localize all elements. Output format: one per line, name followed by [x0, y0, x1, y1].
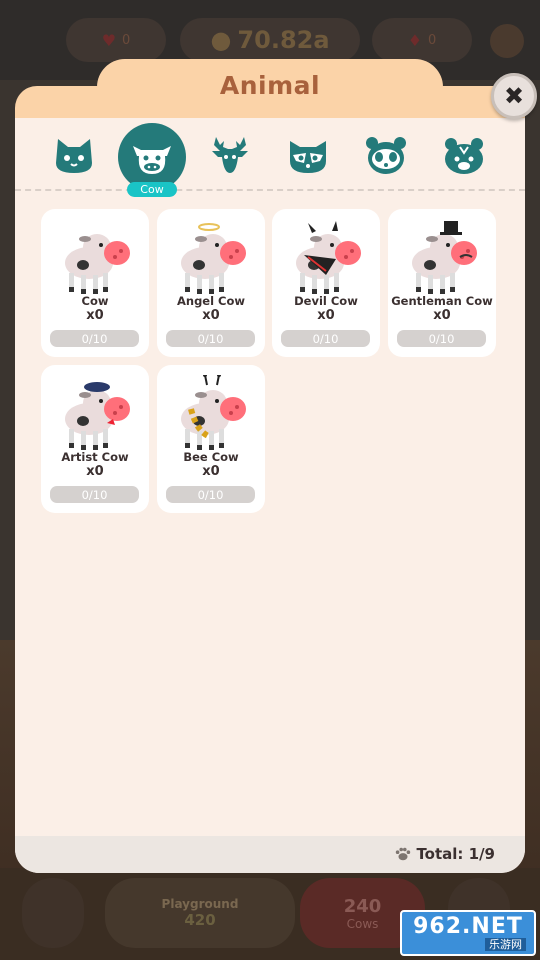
animal-progress: 0/10 [50, 330, 139, 347]
collection-total-text: Total: 1/9 [416, 845, 495, 863]
animal-name: Bee Cow [183, 450, 239, 464]
animal-image [171, 373, 251, 451]
background-buy-label: Cows [346, 916, 379, 931]
animal-card[interactable]: Devil Cow x0 0/10 [272, 209, 380, 357]
animal-count: x0 [86, 464, 104, 479]
animal-progress: 0/10 [166, 486, 255, 503]
animal-progress: 0/10 [397, 330, 486, 347]
animal-card[interactable]: Bee Cow x0 0/10 [157, 365, 265, 513]
background-add-animal-button [22, 878, 84, 948]
animal-count: x0 [202, 464, 220, 479]
tab-cow[interactable] [118, 123, 186, 191]
animal-name: Gentleman Cow [391, 294, 493, 308]
category-tab-row: Cow [15, 118, 525, 197]
animal-name: Cow [81, 294, 109, 308]
animal-name: Devil Cow [294, 294, 358, 308]
background-playground-button: Playground 420 [105, 878, 295, 948]
tab-panda[interactable] [363, 132, 409, 178]
cow-icon [133, 146, 171, 174]
animal-image [55, 219, 135, 295]
hamster-icon [445, 138, 483, 174]
animal-image [402, 219, 482, 295]
raccoon-icon [290, 141, 326, 173]
coin-icon: ● [210, 26, 232, 54]
watermark-logo: 962.NET 乐游网 [400, 910, 536, 956]
animal-image [55, 375, 135, 451]
background-hearts-left-value: 0 [122, 32, 131, 48]
animal-count: x0 [433, 308, 451, 323]
watermark-main: 962.NET [413, 913, 523, 939]
settings-gear-icon [490, 24, 524, 58]
heart-icon: ♥ [101, 30, 117, 50]
cat-icon [56, 139, 92, 173]
background-hearts-left: ♥ 0 [66, 18, 166, 62]
animal-card[interactable]: Gentleman Cow x0 0/10 [388, 209, 496, 357]
paw-icon [394, 845, 412, 863]
modal-title-tab: Animal [97, 59, 443, 121]
animal-image [286, 219, 366, 295]
animal-card[interactable]: Angel Cow x0 0/10 [157, 209, 265, 357]
background-hearts-right: ♦ 0 [372, 18, 472, 62]
animal-progress: 0/10 [50, 486, 139, 503]
background-money-value: 70.82a [237, 26, 330, 54]
background-buy-value: 240 [343, 895, 382, 917]
active-tab-label: Cow [127, 182, 177, 197]
watermark-sub: 乐游网 [485, 937, 526, 951]
animal-collection-panel: Cow Cow x0 0/10 Angel Cow x0 0/10 Devil … [15, 118, 525, 873]
animal-progress: 0/10 [166, 330, 255, 347]
animal-count: x0 [86, 308, 104, 323]
deer-icon [212, 137, 248, 173]
tab-cat[interactable] [51, 132, 97, 178]
gem-icon: ♦ [407, 30, 423, 50]
close-button[interactable]: ✖ [491, 73, 537, 119]
animal-count: x0 [202, 308, 220, 323]
animal-image [171, 219, 251, 295]
collection-footer: Total: 1/9 [15, 836, 525, 873]
animal-name: Artist Cow [61, 450, 129, 464]
background-money: ● 70.82a [180, 18, 360, 62]
panda-icon [366, 137, 406, 174]
tab-raccoon[interactable] [285, 132, 331, 178]
animal-progress: 0/10 [281, 330, 370, 347]
animal-count: x0 [317, 308, 335, 323]
background-playground-value: 420 [184, 911, 216, 929]
animal-name: Angel Cow [176, 294, 246, 308]
collection-total: Total: 1/9 [394, 845, 495, 863]
tab-hamster[interactable] [441, 132, 487, 178]
animal-card[interactable]: Cow x0 0/10 [41, 209, 149, 357]
background-playground-title: Playground [161, 897, 239, 911]
animal-card[interactable]: Artist Cow x0 0/10 [41, 365, 149, 513]
modal-title: Animal [219, 71, 321, 100]
close-icon: ✖ [503, 82, 525, 110]
background-hearts-right-value: 0 [428, 32, 437, 48]
tab-deer[interactable] [207, 132, 253, 178]
